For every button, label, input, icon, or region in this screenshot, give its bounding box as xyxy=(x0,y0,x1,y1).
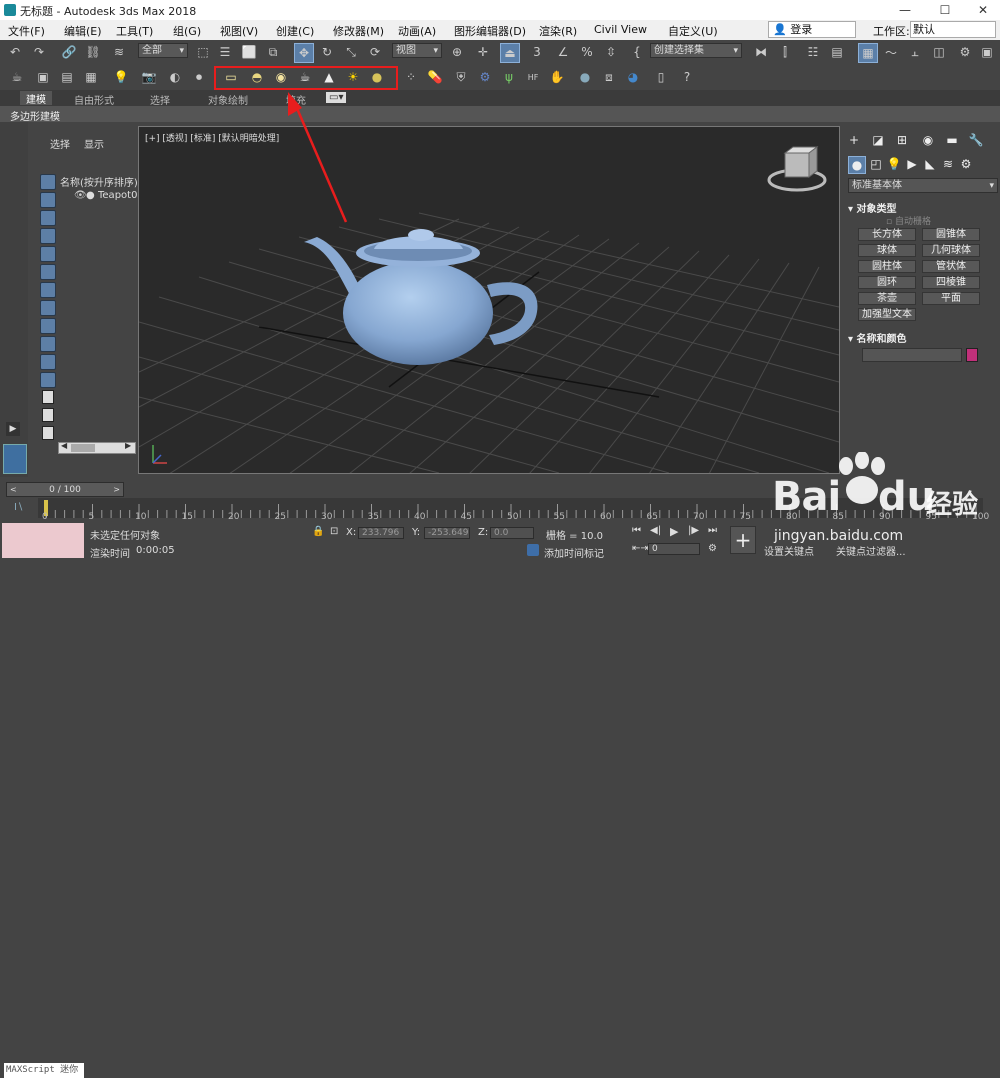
teapot-button[interactable]: 茶壶 xyxy=(858,292,916,305)
y-coord-field[interactable]: -253.649 xyxy=(424,527,470,539)
selection-status: 未选定任何对象 xyxy=(90,531,160,542)
timeline-tick-label: 0 xyxy=(42,512,48,522)
category-dropdown[interactable]: 标准基本体 xyxy=(848,178,998,193)
text-plus-button[interactable]: 加强型文本 xyxy=(858,308,916,321)
timeline-tick-label: 65 xyxy=(646,512,658,522)
y-label: Y: xyxy=(412,527,421,538)
goto-start-icon[interactable]: ⏮ xyxy=(632,525,641,536)
timeline-tick-label: 30 xyxy=(321,512,333,522)
slider-next-icon[interactable]: > xyxy=(113,483,120,497)
object-color-swatch[interactable] xyxy=(966,348,978,362)
timeline-tick-label: 60 xyxy=(600,512,612,522)
maxscript-listener[interactable]: MAXScript 迷你 xyxy=(2,523,84,1078)
box-button[interactable]: 长方体 xyxy=(858,228,916,241)
display-tab-icon[interactable]: ▬ xyxy=(944,132,960,148)
next-frame-icon[interactable]: |▶ xyxy=(688,525,699,536)
timeline-tick-label: 5 xyxy=(88,512,95,522)
z-coord-field[interactable]: 0.0 xyxy=(490,527,534,539)
render-time-value: 0:00:05 xyxy=(136,545,175,556)
timeline-tick-label: 25 xyxy=(274,512,286,522)
grid-size: 栅格 = 10.0 xyxy=(546,531,604,542)
plane-button[interactable]: 平面 xyxy=(922,292,980,305)
lights-icon[interactable]: 💡 xyxy=(886,156,902,172)
cylinder-button[interactable]: 圆柱体 xyxy=(858,260,916,273)
lock-icon[interactable]: 🔒 xyxy=(312,526,324,537)
set-key-plus-icon[interactable]: + xyxy=(730,526,756,554)
slider-prev-icon[interactable]: < xyxy=(10,483,17,497)
jingyan-text: 经验 xyxy=(926,490,979,520)
cameras-icon[interactable]: ▶ xyxy=(904,156,920,172)
maxscript-input[interactable]: MAXScript 迷你 xyxy=(4,1063,84,1078)
object-name-field[interactable] xyxy=(862,348,962,362)
add-time-tag-button[interactable]: 添加时间标记 xyxy=(544,545,604,560)
autogrid-checkbox[interactable]: ▫ 自动栅格 xyxy=(886,214,931,227)
key-mode-icon[interactable]: ⇤⇥ xyxy=(632,543,649,554)
systems-icon[interactable]: ⚙ xyxy=(958,156,974,172)
frame-spinner[interactable]: 0 xyxy=(648,543,700,555)
time-config-icon[interactable]: ⚙ xyxy=(708,543,717,554)
curve-editor-mini-icon[interactable]: Ⅰ∖ xyxy=(14,502,23,513)
shapes-icon[interactable]: ◰ xyxy=(868,156,884,172)
spacewarps-icon[interactable]: ≋ xyxy=(940,156,956,172)
timeline-tick-label: 15 xyxy=(181,512,193,522)
name-color-title[interactable]: ▾ 名称和颜色 xyxy=(848,330,907,345)
baidu-watermark: Bai du 经验 jingyan.baidu.com xyxy=(768,452,998,557)
autogrid-label: 自动栅格 xyxy=(894,217,931,227)
torus-button[interactable]: 圆环 xyxy=(858,276,916,289)
name-color-label: 名称和颜色 xyxy=(856,334,907,345)
timeline-tick-label: 55 xyxy=(553,512,565,522)
time-slider[interactable]: < 0 / 100 > xyxy=(6,482,124,497)
x-label: X: xyxy=(346,527,357,538)
prev-frame-icon[interactable]: ◀| xyxy=(650,525,661,536)
motion-tab-icon[interactable]: ◉ xyxy=(920,132,936,148)
sphere-button[interactable]: 球体 xyxy=(858,244,916,257)
timeline-tick-label: 70 xyxy=(693,512,705,522)
pyramid-button[interactable]: 四棱锥 xyxy=(922,276,980,289)
timeline-tick-label: 20 xyxy=(228,512,240,522)
timeline-tick-label: 75 xyxy=(739,512,751,522)
timeline-tick-label: 50 xyxy=(507,512,519,522)
timeline-tick-label: 35 xyxy=(367,512,379,522)
hierarchy-tab-icon[interactable]: ⊞ xyxy=(894,132,910,148)
geometry-icon[interactable]: ● xyxy=(848,156,866,174)
helpers-icon[interactable]: ◣ xyxy=(922,156,938,172)
render-time-label: 渲染时间 xyxy=(90,549,130,560)
goto-end-icon[interactable]: ⏭ xyxy=(708,525,717,536)
command-panel: + ◪ ⊞ ◉ ▬ 🔧 ● ◰ 💡 ▶ ◣ ≋ ⚙ 标准基本体 ▾ 对象类型 ▫… xyxy=(842,126,1000,474)
timeline-tick-label: 40 xyxy=(414,512,426,522)
modify-tab-icon[interactable]: ◪ xyxy=(870,132,886,148)
play-icon[interactable]: ▶ xyxy=(670,525,678,538)
create-tab-icon[interactable]: + xyxy=(846,132,862,148)
timeline-tick-label: 10 xyxy=(135,512,147,522)
baidu-brand-text: Bai xyxy=(772,474,841,520)
absolute-mode-icon[interactable]: ⊡ xyxy=(330,526,338,537)
utilities-tab-icon[interactable]: 🔧 xyxy=(968,132,984,148)
watermark-url: jingyan.baidu.com xyxy=(774,528,904,544)
frame-counter: 0 / 100 xyxy=(49,485,81,495)
geosphere-button[interactable]: 几何球体 xyxy=(922,244,980,257)
z-label: Z: xyxy=(478,527,489,538)
time-tag-icon xyxy=(527,544,539,556)
tube-button[interactable]: 管状体 xyxy=(922,260,980,273)
object-type-title[interactable]: ▾ 对象类型 xyxy=(848,200,897,215)
timeline-tick-label: 45 xyxy=(460,512,472,522)
cone-button[interactable]: 圆锥体 xyxy=(922,228,980,241)
x-coord-field[interactable]: 233.796 xyxy=(358,527,404,539)
